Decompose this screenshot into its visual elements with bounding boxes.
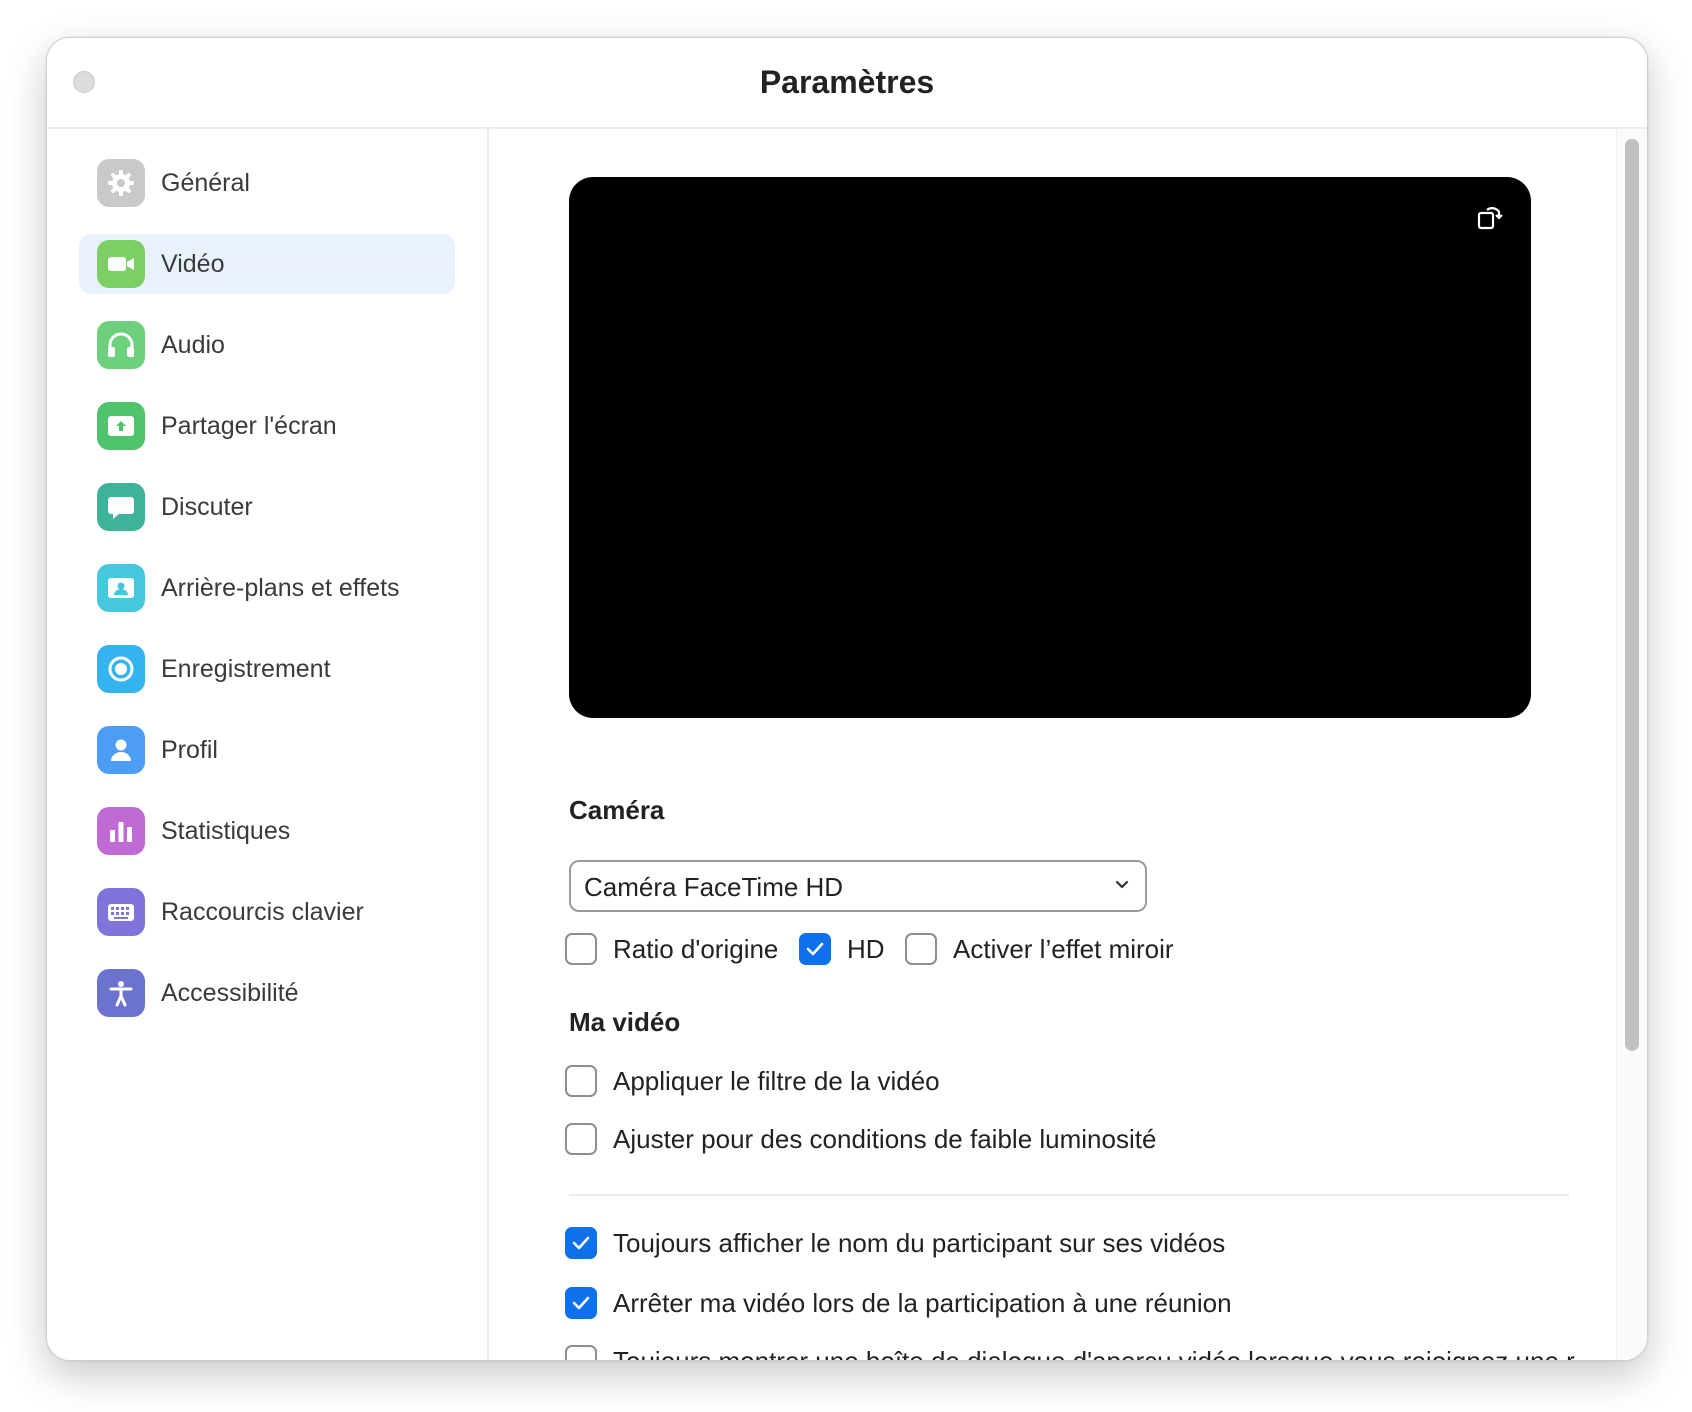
preview-dialog-label: Toujours montrer une boîte de dialogue d… [613,1345,1575,1361]
settings-content: Caméra Caméra FaceTime HD Ratio d'origin… [489,129,1647,1360]
sidebar-item-label: Vidéo [161,250,225,278]
sidebar-item-label: Accessibilité [161,979,299,1007]
sidebar-item-label: Profil [161,736,218,764]
mirror-label: Activer l’effet miroir [953,933,1174,964]
sidebar-item-label: Statistiques [161,817,291,845]
sidebar-item-general[interactable]: Général [79,153,455,213]
stop-video-on-join-option: Arrêter ma vidéo lors de la participatio… [565,1286,1232,1320]
sidebar-item-keyboard-shortcuts[interactable]: Raccourcis clavier [79,882,455,942]
hd-checkbox[interactable] [799,933,831,965]
chat-bubble-icon [97,483,145,531]
low-light-option: Ajuster pour des conditions de faible lu… [565,1122,1156,1156]
sidebar-item-recording[interactable]: Enregistrement [79,639,455,699]
settings-window: Paramètres Général Vidéo Audio Partager … [46,37,1648,1361]
mirror-option: Activer l’effet miroir [905,932,1174,966]
section-divider [569,1194,1569,1196]
window-title: Paramètres [759,64,935,100]
low-light-label: Ajuster pour des conditions de faible lu… [613,1123,1157,1154]
sidebar-item-video[interactable]: Vidéo [79,234,455,294]
hd-label: HD [847,933,885,964]
sidebar: Général Vidéo Audio Partager l'écran Dis… [47,129,489,1360]
sidebar-item-label: Général [161,169,250,197]
sidebar-item-label: Audio [161,331,225,359]
video-camera-icon [97,240,145,288]
camera-section-title: Caméra [569,795,665,825]
keyboard-icon [97,888,145,936]
camera-select[interactable]: Caméra FaceTime HD [569,860,1147,912]
rotate-icon [1477,207,1503,230]
show-participant-name-label: Toujours afficher le nom du participant … [613,1227,1226,1258]
share-screen-icon [97,402,145,450]
sidebar-item-statistics[interactable]: Statistiques [79,801,455,861]
profile-icon [97,726,145,774]
show-participant-name-option: Toujours afficher le nom du participant … [565,1226,1225,1260]
gear-icon [97,159,145,207]
preview-dialog-option: Toujours montrer une boîte de dialogue d… [565,1344,1575,1361]
video-filter-option: Appliquer le filtre de la vidéo [565,1064,940,1098]
headphones-icon [97,321,145,369]
original-ratio-checkbox[interactable] [565,933,597,965]
sidebar-item-label: Enregistrement [161,655,331,683]
my-video-section-title: Ma vidéo [569,1007,681,1037]
sidebar-item-profile[interactable]: Profil [79,720,455,780]
original-ratio-label: Ratio d'origine [613,933,779,964]
preview-dialog-checkbox[interactable] [565,1345,597,1360]
show-participant-name-checkbox[interactable] [565,1227,597,1259]
scrollbar[interactable] [1616,129,1647,1360]
sidebar-item-chat[interactable]: Discuter [79,477,455,537]
video-filter-label: Appliquer le filtre de la vidéo [613,1065,940,1096]
rotate-camera-button[interactable] [1473,201,1507,235]
low-light-checkbox[interactable] [565,1123,597,1155]
camera-select-value: Caméra FaceTime HD [584,872,844,902]
original-ratio-option: Ratio d'origine [565,932,778,966]
sidebar-item-accessibility[interactable]: Accessibilité [79,963,455,1023]
background-person-icon [97,564,145,612]
sidebar-item-audio[interactable]: Audio [79,315,455,375]
stop-video-on-join-checkbox[interactable] [565,1287,597,1319]
sidebar-item-label: Partager l'écran [161,412,337,440]
sidebar-item-backgrounds[interactable]: Arrière-plans et effets [79,558,455,618]
mirror-checkbox[interactable] [905,933,937,965]
checkmark-icon [806,942,824,956]
title-bar: Paramètres [47,38,1647,129]
bar-chart-icon [97,807,145,855]
video-filter-checkbox[interactable] [565,1065,597,1097]
sidebar-item-share-screen[interactable]: Partager l'écran [79,396,455,456]
sidebar-item-label: Discuter [161,493,253,521]
hd-option: HD [799,932,885,966]
scrollbar-thumb[interactable] [1625,139,1639,1051]
video-preview [569,177,1531,718]
record-icon [97,645,145,693]
chevron-down-icon [1115,880,1129,889]
accessibility-icon [97,969,145,1017]
stop-video-on-join-label: Arrêter ma vidéo lors de la participatio… [613,1287,1232,1318]
checkmark-icon [572,1296,590,1310]
checkmark-icon [572,1236,590,1250]
sidebar-item-label: Arrière-plans et effets [161,574,400,602]
sidebar-item-label: Raccourcis clavier [161,898,364,926]
